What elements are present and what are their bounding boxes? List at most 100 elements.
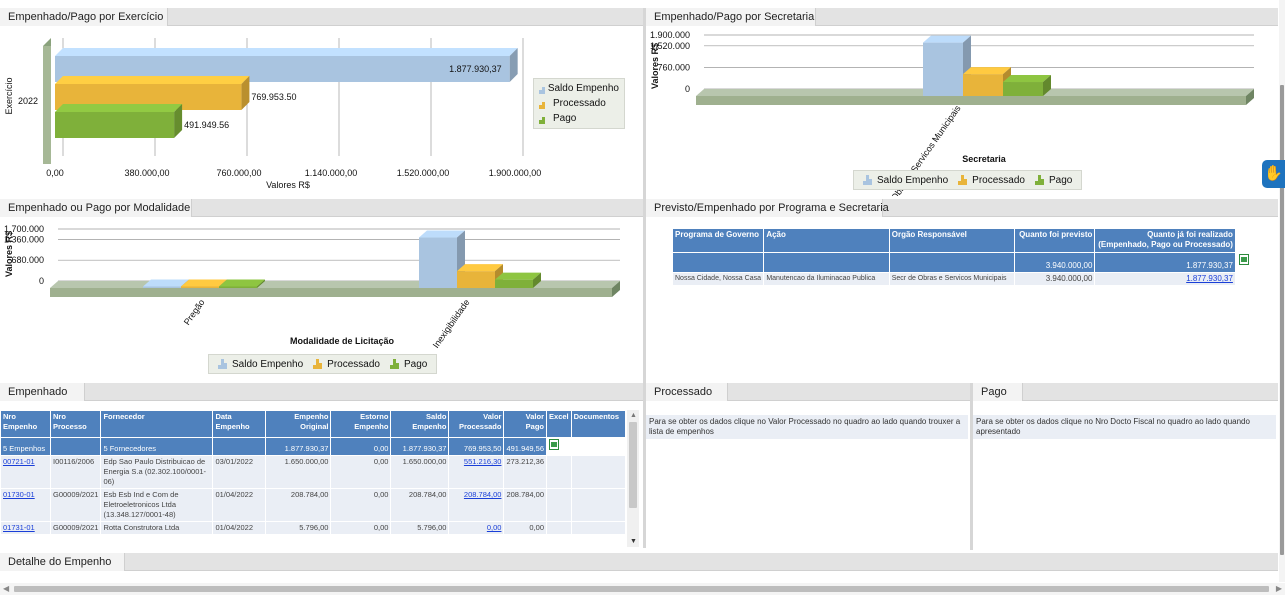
col-pago: Valor Pago xyxy=(503,410,548,438)
cell xyxy=(570,455,626,489)
cell-original: 5.796,00 xyxy=(265,521,332,535)
vertical-scrollbar[interactable]: ▲ ▼ xyxy=(627,410,639,547)
cell-original: 208.784,00 xyxy=(265,488,332,522)
legend-item-pago: Pago xyxy=(385,357,432,372)
cell-data: 01/04/2022 xyxy=(212,521,267,535)
scroll-left-icon[interactable]: ◀ xyxy=(3,584,9,593)
scroll-thumb[interactable] xyxy=(629,422,637,508)
accessibility-button[interactable]: ✋ xyxy=(1262,160,1285,188)
tab-modalidade[interactable]: Empenhado ou Pago por Modalidade xyxy=(0,199,192,217)
x-axis-title: Modalidade de Licitação xyxy=(290,336,395,346)
cell-pago: 273.212,36 xyxy=(503,455,548,489)
tabbar: Empenhado/Pago por Secretaria xyxy=(646,8,1278,26)
bar-top xyxy=(923,35,971,43)
bar-2 xyxy=(55,112,175,138)
cell-fornecedor: Edp Sao Paulo Distribuicao de Energia S.… xyxy=(100,455,214,489)
cell-data: 03/01/2022 xyxy=(212,455,267,489)
col-orgao: Orgão Responsável xyxy=(888,228,1016,253)
table-header-row: Nro Empenho Nro Processo Fornecedor Data… xyxy=(0,410,626,438)
tab-processado[interactable]: Processado xyxy=(646,383,728,401)
processado-swatch xyxy=(313,359,323,369)
page-horizontal-scrollbar[interactable]: ◀ ▶ xyxy=(0,583,1285,595)
excel-icon[interactable] xyxy=(1239,254,1249,265)
processado-link[interactable]: 0,00 xyxy=(487,523,502,532)
col-nro-empenho: Nro Empenho xyxy=(0,410,51,438)
processado-hint: Para se obter os dados clique no Valor P… xyxy=(646,415,968,439)
data-label: 769.953.50 xyxy=(251,92,296,102)
col-fornecedor: Fornecedor xyxy=(100,410,214,438)
cell-original: 1.650.000,00 xyxy=(265,455,332,489)
panel-pago: Pago Para se obter os dados clique no Nr… xyxy=(973,380,1278,550)
tab-exercicio[interactable]: Empenhado/Pago por Exercício xyxy=(0,8,168,26)
cell xyxy=(1234,272,1253,286)
y-axis-title: Valores R$ xyxy=(650,43,660,89)
table-summary-row: 5 Empenhos 5 Fornecedores 1.877.930,37 0… xyxy=(0,437,626,456)
tab-empenhado[interactable]: Empenhado xyxy=(0,383,85,401)
cell-estorno: 0,00 xyxy=(330,521,392,535)
y-tick-label: 680.000 xyxy=(11,255,44,265)
y-tick-label: 0 xyxy=(39,276,44,286)
bar xyxy=(419,237,457,288)
scroll-thumb[interactable] xyxy=(14,586,1269,592)
saldo-swatch xyxy=(218,359,228,369)
col-realizado: Quanto já foi realizado (Empenhado, Pago… xyxy=(1094,228,1236,253)
panel-secretaria: Empenhado/Pago por Secretaria 0 760.000 1.… xyxy=(646,0,1278,196)
sum-estorno: 0,00 xyxy=(330,437,392,456)
bar xyxy=(923,42,963,96)
floor-front xyxy=(696,96,1246,105)
excel-cell xyxy=(546,437,572,456)
scroll-right-icon[interactable]: ▶ xyxy=(1276,584,1282,593)
scroll-up-icon[interactable]: ▲ xyxy=(630,412,637,419)
cell-previsto: 3.940.000,00 xyxy=(1014,272,1096,286)
total-previsto: 3.940.000,00 xyxy=(1014,252,1096,273)
tab-pago[interactable]: Pago xyxy=(973,383,1023,401)
cell-pago: 0,00 xyxy=(503,521,548,535)
cell-pago: 208.784,00 xyxy=(503,488,548,522)
col-programa: Programa de Governo xyxy=(671,228,765,253)
cell-processo: I00116/2006 xyxy=(49,455,102,489)
excel-icon[interactable] xyxy=(549,439,560,450)
bar-top xyxy=(495,272,541,280)
excel-cell xyxy=(1234,252,1253,273)
col-saldo: Saldo Empenho xyxy=(390,410,450,438)
legend-item-pago: Pago xyxy=(1030,173,1077,188)
cell-data: 01/04/2022 xyxy=(212,488,267,522)
saldo-swatch xyxy=(539,84,545,94)
col-previsto: Quanto foi previsto xyxy=(1014,228,1096,253)
legend-label: Pago xyxy=(1048,174,1073,186)
pago-swatch xyxy=(389,359,400,369)
scroll-down-icon[interactable]: ▼ xyxy=(630,538,637,545)
data-label: 1.877.930,37 xyxy=(449,64,502,74)
tab-detalhe[interactable]: Detalhe do Empenho xyxy=(0,553,125,571)
processado-link[interactable]: 208.784,00 xyxy=(464,490,502,499)
bar xyxy=(181,286,219,288)
legend-secretaria: Saldo Empenho Processado Pago xyxy=(853,170,1083,190)
scroll-thumb[interactable] xyxy=(1280,85,1284,555)
panel-programa: Previsto/Empenhado por Programa e Secret… xyxy=(646,196,1278,380)
x-tick-label: 1.140.000,00 xyxy=(305,168,358,178)
realizado-link[interactable]: 1.877.930,37 xyxy=(1186,274,1233,283)
page-vertical-scrollbar[interactable] xyxy=(1279,0,1285,582)
programa-table: Programa de Governo Ação Orgão Responsáv… xyxy=(671,228,1253,286)
empenho-link[interactable]: 00721-01 xyxy=(3,457,35,466)
empenho-link[interactable]: 01731-01 xyxy=(3,523,35,532)
sum-original: 1.877.930,37 xyxy=(265,437,332,456)
processado-link[interactable]: 551.216,30 xyxy=(464,457,502,466)
tab-programa[interactable]: Previsto/Empenhado por Programa e Secret… xyxy=(646,199,889,217)
total-realizado: 1.877.930,37 xyxy=(1094,252,1236,273)
cell xyxy=(570,488,626,522)
panel-empenhado: Empenhado Nro Empenho Nro Processo Forne… xyxy=(0,380,643,550)
legend-label: Pago xyxy=(553,113,577,124)
tab-secretaria[interactable]: Empenhado/Pago por Secretaria xyxy=(646,8,816,26)
x-axis-title: Secretaria xyxy=(962,154,1007,164)
empenho-link[interactable]: 01730-01 xyxy=(3,490,35,499)
bar xyxy=(219,286,257,288)
empenhos-table-viewport: Nro Empenho Nro Processo Fornecedor Data… xyxy=(0,410,626,547)
cell xyxy=(888,252,1016,273)
legend-item-pago: Pago xyxy=(534,111,624,126)
legend-label: Saldo Empenho xyxy=(232,358,304,370)
bar xyxy=(143,286,181,288)
legend-item-saldo: Saldo Empenho xyxy=(534,81,624,96)
tabbar: Processado xyxy=(646,383,970,401)
bar-top-1 xyxy=(55,76,250,84)
